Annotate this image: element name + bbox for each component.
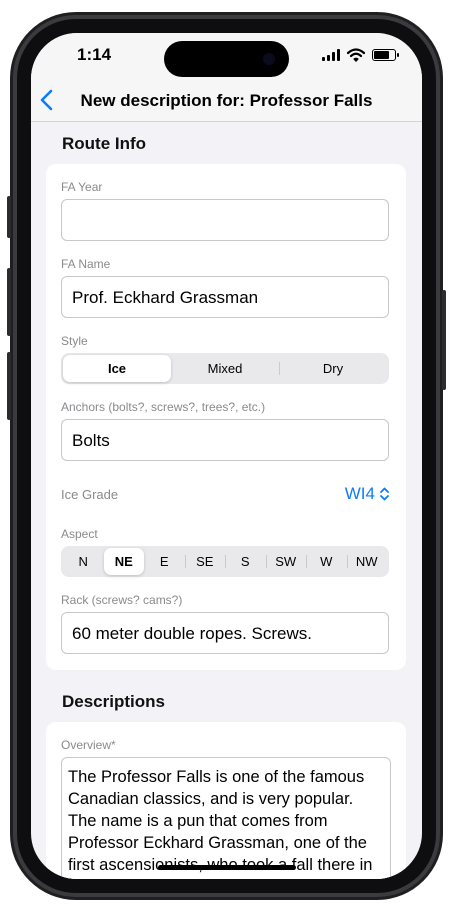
fa-name-label: FA Name	[61, 257, 111, 271]
battery-icon	[372, 49, 399, 61]
side-button	[442, 290, 446, 390]
ice-grade-picker[interactable]: WI4	[345, 484, 390, 504]
aspect-option-ne[interactable]: NE	[103, 548, 144, 575]
camera-icon	[263, 53, 275, 65]
screen: 1:14 New description for: Professor Fall…	[31, 33, 422, 879]
route-info-header: Route Info	[62, 134, 147, 153]
status-icons	[322, 47, 399, 63]
aspect-option-w[interactable]: W	[306, 548, 347, 575]
style-label: Style	[61, 334, 88, 348]
overview-textarea[interactable]: The Professor Falls is one of the famous…	[61, 757, 391, 879]
rack-label: Rack (screws? cams?)	[61, 593, 183, 607]
fa-year-label: FA Year	[61, 180, 103, 194]
rack-field[interactable]: 60 meter double ropes. Screws.	[61, 612, 389, 654]
aspect-option-se[interactable]: SE	[184, 548, 226, 575]
ice-grade-value: WI4	[344, 484, 375, 503]
navigation-bar: New description for: Professor Falls	[31, 81, 422, 122]
nav-title: New description for: Professor Falls	[80, 91, 373, 110]
descriptions-header: Descriptions	[62, 692, 165, 711]
anchors-label: Anchors (bolts?, screws?, trees?, etc.)	[61, 400, 266, 414]
wifi-icon	[347, 48, 365, 62]
style-option-dry[interactable]: Dry	[279, 355, 387, 382]
aspect-label: Aspect	[61, 527, 98, 541]
action-button	[7, 196, 11, 238]
ice-grade-label: Ice Grade	[61, 487, 119, 502]
style-option-mixed[interactable]: Mixed	[171, 355, 279, 382]
status-time: 1:14	[77, 45, 112, 64]
aspect-segmented-control: N NE E SE S SW W NW	[61, 546, 389, 577]
aspect-option-nw[interactable]: NW	[346, 548, 388, 575]
fa-name-field[interactable]: Prof. Eckhard Grassman	[61, 276, 389, 318]
aspect-option-sw[interactable]: SW	[265, 548, 307, 575]
cellular-signal-icon	[322, 49, 340, 61]
overview-label: Overview*	[61, 738, 116, 752]
aspect-option-s[interactable]: S	[225, 548, 266, 575]
aspect-option-e[interactable]: E	[144, 548, 185, 575]
style-segmented-control: Ice Mixed Dry	[61, 353, 389, 384]
volume-up-button	[7, 268, 11, 336]
style-option-ice[interactable]: Ice	[63, 355, 171, 382]
dynamic-island	[164, 41, 289, 77]
home-indicator	[158, 865, 296, 870]
status-bar: 1:14	[31, 33, 422, 81]
volume-down-button	[7, 352, 11, 420]
chevron-up-down-icon	[380, 487, 389, 501]
aspect-option-n[interactable]: N	[63, 548, 104, 575]
fa-year-field[interactable]	[61, 199, 389, 241]
anchors-field[interactable]: Bolts	[61, 419, 389, 461]
